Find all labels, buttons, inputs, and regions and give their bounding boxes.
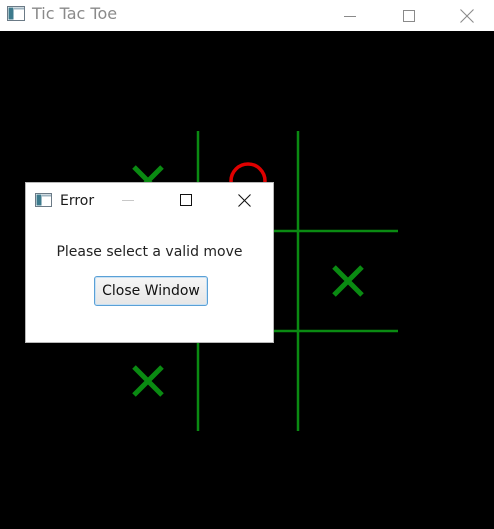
title-bar[interactable]: Tic Tac Toe — [0, 0, 494, 31]
close-icon — [237, 193, 251, 207]
maximize-button[interactable] — [380, 0, 438, 31]
minimize-icon — [122, 200, 134, 201]
dialog-minimize-button — [104, 185, 152, 215]
dialog-title: Error — [60, 193, 95, 209]
dialog-maximize-button[interactable] — [162, 185, 210, 215]
close-window-button[interactable]: Close Window — [94, 276, 208, 306]
minimize-icon — [344, 15, 356, 17]
board-cell-r2-c3[interactable] — [300, 233, 396, 329]
dialog-title-bar[interactable]: Error — [26, 183, 273, 217]
board-cell-r1-c3[interactable] — [300, 133, 396, 229]
maximize-icon — [403, 9, 415, 22]
board-cell-r3-c3[interactable] — [300, 333, 396, 429]
maximize-icon — [180, 194, 192, 206]
close-icon — [460, 8, 474, 23]
dialog-close-button[interactable] — [220, 185, 268, 215]
close-button[interactable] — [438, 0, 494, 31]
minimize-button[interactable] — [321, 0, 379, 31]
window-title: Tic Tac Toe — [32, 4, 118, 23]
dialog-message: Please select a valid move — [56, 244, 243, 260]
board-cell-r3-c2[interactable] — [200, 333, 296, 429]
board-cell-r3-c1[interactable] — [100, 333, 196, 429]
error-dialog: Error Please select a valid move Close W… — [25, 182, 274, 343]
main-window: Tic Tac Toe Error Please select a valid … — [0, 0, 494, 529]
app-window-icon — [7, 6, 25, 21]
app-window-icon — [35, 193, 52, 207]
